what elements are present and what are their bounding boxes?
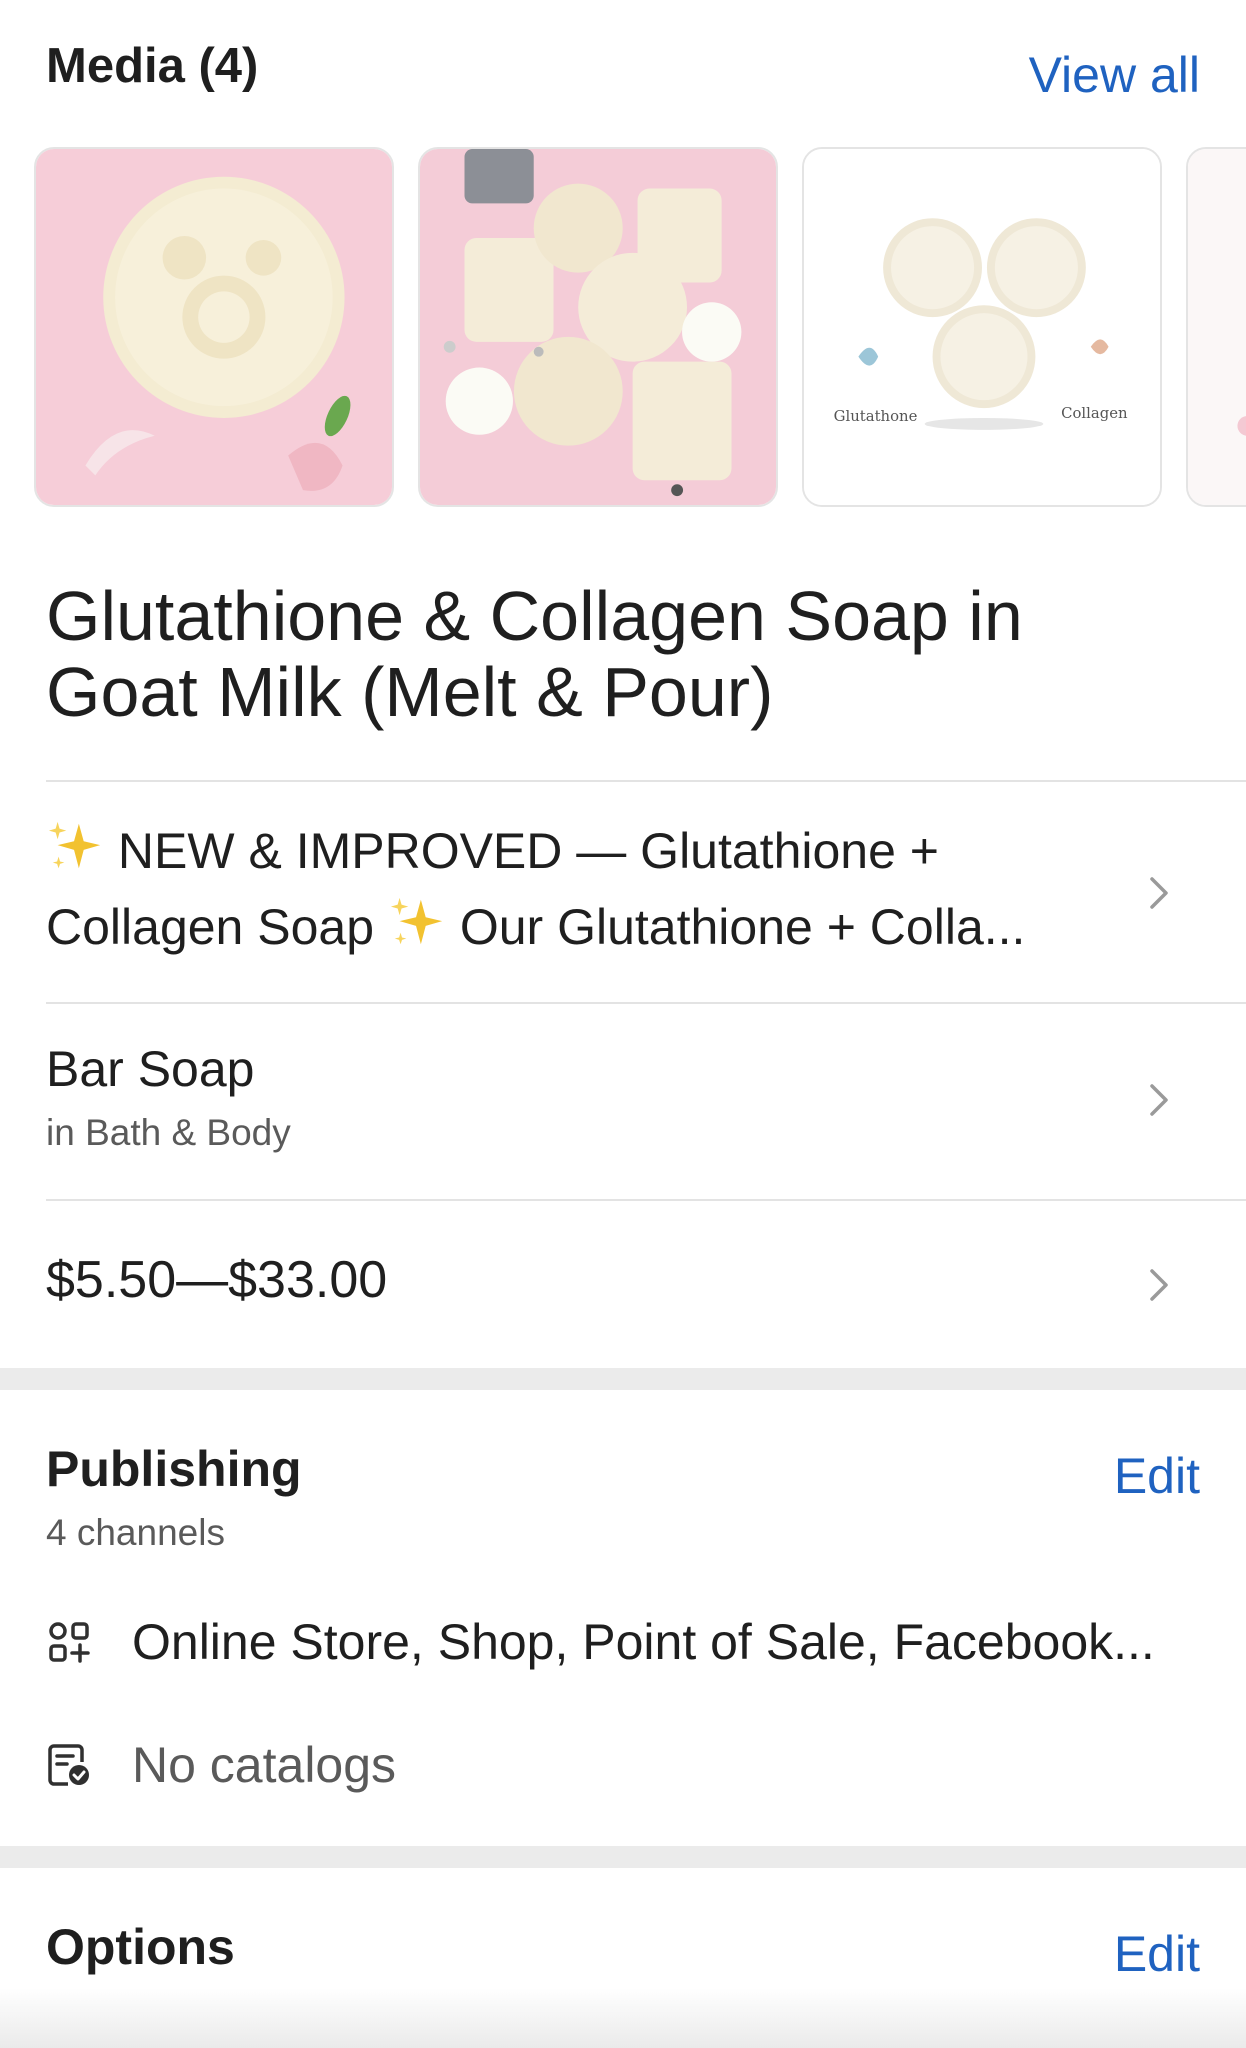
sales-channels-list: Online Store, Shop, Point of Sale, Faceb… <box>132 1614 1155 1670</box>
description-line-2a: Collagen Soap <box>46 899 375 955</box>
soap-labeled-image: Glutathone Collagen <box>804 149 1160 505</box>
price-row[interactable]: $5.50—$33.00 <box>46 1250 1200 1320</box>
publishing-title: Publishing <box>46 1441 302 1497</box>
bottom-shadow <box>0 1988 1246 2048</box>
catalogs-status: No catalogs <box>132 1737 397 1793</box>
soap-round-pink-image <box>36 149 392 505</box>
svg-text:Glutathone: Glutathone <box>834 408 918 425</box>
options-edit-button[interactable]: Edit <box>1114 1925 1200 1983</box>
catalogs-row: No catalogs <box>46 1730 1200 1800</box>
description-line-2b: Our Glutathione + Colla... <box>459 899 1026 955</box>
sparkles-icon <box>388 894 446 952</box>
section-separator <box>0 1368 1246 1390</box>
product-detail-page: Media (4) View all Glutathone Collagen G… <box>0 0 1246 2048</box>
description-preview: NEW & IMPROVED — Glutathione + Collagen … <box>46 813 1200 965</box>
chevron-right-icon <box>1144 1265 1174 1305</box>
description-line-1: NEW & IMPROVED — Glutathione + <box>117 823 939 879</box>
media-thumbnail[interactable] <box>418 147 778 507</box>
product-title: Glutathione & Collagen Soap in Goat Milk… <box>46 578 1166 730</box>
media-title: Media (4) <box>46 39 259 93</box>
publishing-edit-button[interactable]: Edit <box>1114 1447 1200 1505</box>
divider <box>46 1002 1246 1004</box>
publishing-subtitle: 4 channels <box>46 1512 225 1553</box>
chevron-right-icon <box>1144 873 1174 913</box>
category-parent: in Bath & Body <box>46 1112 291 1153</box>
product-title-line-1: Glutathione & Collagen Soap in <box>46 577 1023 655</box>
media-carousel[interactable]: Glutathone Collagen <box>34 147 1246 509</box>
price-range: $5.50—$33.00 <box>46 1251 388 1309</box>
media-thumbnail[interactable]: Glutathone Collagen <box>802 147 1162 507</box>
soap-partial-image <box>1188 149 1246 505</box>
svg-text:Collagen: Collagen <box>1061 405 1128 422</box>
chevron-right-icon <box>1144 1080 1174 1120</box>
view-all-link[interactable]: View all <box>1029 46 1200 104</box>
category-row[interactable]: Bar Soap in Bath & Body <box>46 1040 1200 1170</box>
channels-icon <box>46 1619 92 1665</box>
soap-assortment-image <box>420 149 776 505</box>
media-thumbnail[interactable] <box>34 147 394 507</box>
divider <box>46 780 1246 782</box>
product-title-line-2: Goat Milk (Melt & Pour) <box>46 653 774 731</box>
description-row[interactable]: NEW & IMPROVED — Glutathione + Collagen … <box>46 813 1200 973</box>
sparkles-icon <box>46 818 104 876</box>
media-header: Media (4) View all <box>46 38 1200 108</box>
media-thumbnail[interactable] <box>1186 147 1246 507</box>
sales-channels-row: Online Store, Shop, Point of Sale, Faceb… <box>46 1607 1200 1677</box>
divider <box>46 1199 1246 1201</box>
options-title: Options <box>46 1919 235 1975</box>
section-separator <box>0 1846 1246 1868</box>
catalog-icon <box>46 1742 92 1788</box>
category-name: Bar Soap <box>46 1041 255 1097</box>
